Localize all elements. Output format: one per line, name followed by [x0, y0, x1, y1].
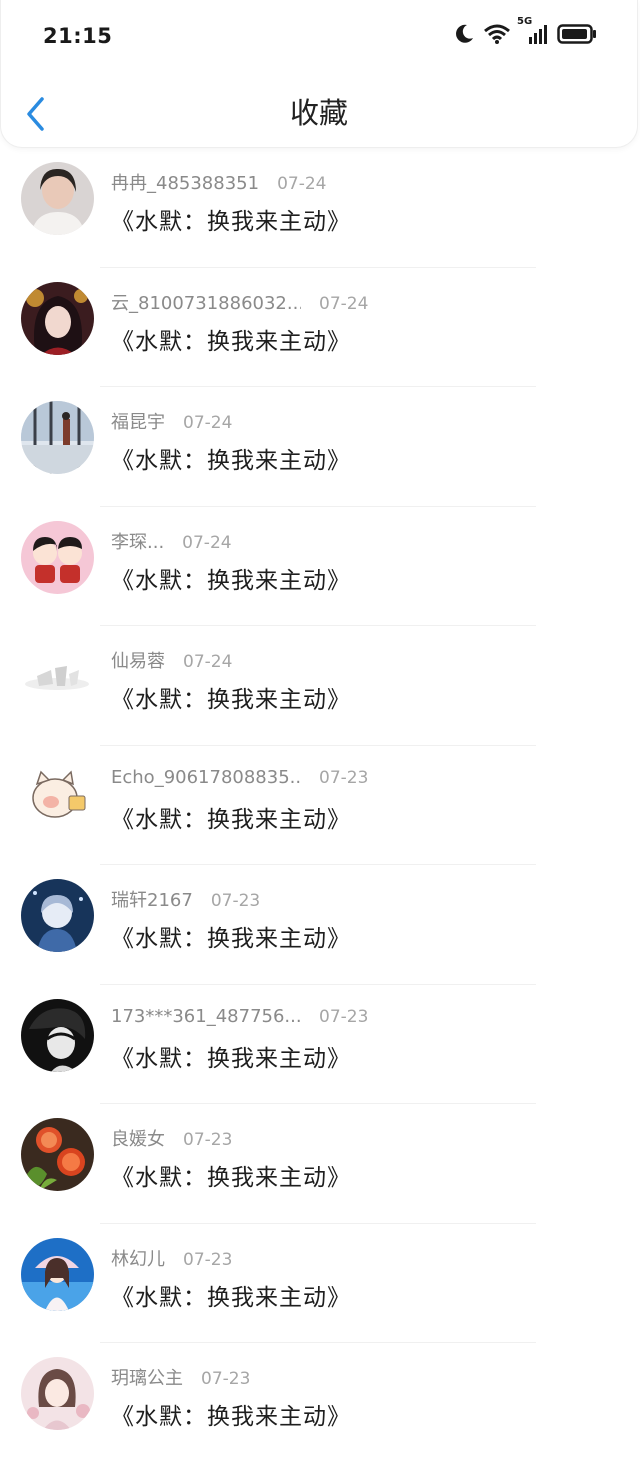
username: 良媛女	[111, 1129, 165, 1150]
favorite-date: 07-23	[319, 767, 369, 788]
favorite-date: 07-24	[277, 174, 327, 194]
avatar[interactable]	[21, 879, 94, 952]
avatar[interactable]	[21, 1357, 94, 1430]
username: 173***361_487756...	[111, 1005, 301, 1027]
avatar[interactable]	[21, 520, 94, 594]
favorite-item[interactable]: 173***361_487756... 07-23 《水默：换我来主动》	[0, 985, 640, 1104]
favorite-text[interactable]: 《水默：换我来主动》	[111, 1397, 351, 1431]
favorite-item[interactable]: 瑞轩2167 07-23 《水默：换我来主动》	[0, 865, 640, 985]
favorite-date: 07-23	[183, 1249, 233, 1270]
favorite-text[interactable]: 《水默：换我来主动》	[111, 322, 351, 356]
favorite-date: 07-24	[182, 532, 232, 553]
favorite-date: 07-24	[319, 293, 369, 314]
favorite-text[interactable]: 《水默：换我来主动》	[111, 1039, 351, 1073]
avatar[interactable]	[21, 998, 94, 1072]
username: 瑞轩2167	[111, 890, 193, 911]
avatar[interactable]	[21, 281, 94, 355]
favorite-date: 07-23	[183, 1130, 233, 1150]
username: 仙易蓉	[111, 651, 165, 672]
favorite-date: 07-24	[183, 652, 233, 672]
favorite-text[interactable]: 《水默：换我来主动》	[111, 1278, 351, 1312]
favorite-item[interactable]: 冉冉_485388351 07-24 《水默：换我来主动》	[0, 148, 640, 268]
username: 冉冉_485388351	[111, 173, 260, 194]
avatar[interactable]	[21, 640, 94, 713]
favorite-item[interactable]: 李琛... 07-24 《水默：换我来主动》	[0, 507, 640, 626]
favorite-item[interactable]: Echo_90617808835... 07-23 《水默：换我来主动》	[0, 746, 640, 865]
favorite-item[interactable]: 福昆宇 07-24 《水默：换我来主动》	[0, 387, 640, 507]
favorite-text[interactable]: 《水默：换我来主动》	[111, 919, 351, 953]
network-type-label: 5G	[517, 16, 533, 27]
status-icons: 5G	[453, 16, 597, 46]
cellular-signal-icon: 5G	[517, 16, 549, 46]
favorite-item[interactable]: 仙易蓉 07-24 《水默：换我来主动》	[0, 626, 640, 746]
avatar[interactable]	[21, 401, 94, 474]
favorite-text[interactable]: 《水默：换我来主动》	[111, 202, 351, 236]
favorite-item[interactable]: 良媛女 07-23 《水默：换我来主动》	[0, 1104, 640, 1224]
wifi-icon	[483, 23, 511, 45]
favorite-date: 07-23	[319, 1006, 369, 1027]
favorite-date: 07-23	[210, 891, 261, 911]
battery-icon	[557, 23, 597, 45]
username: 林幻儿	[111, 1248, 165, 1270]
status-time: 21:15	[43, 24, 113, 48]
favorite-date: 07-23	[201, 1369, 251, 1389]
top-bar: 21:15 5G 收藏	[0, 0, 638, 148]
favorite-text[interactable]: 《水默：换我来主动》	[111, 800, 351, 834]
username: 福昆宇	[111, 412, 165, 433]
avatar[interactable]	[21, 1237, 94, 1311]
favorite-text[interactable]: 《水默：换我来主动》	[111, 561, 351, 595]
favorite-text[interactable]: 《水默：换我来主动》	[111, 1158, 351, 1192]
favorite-date: 07-24	[183, 413, 233, 433]
favorites-list: 冉冉_485388351 07-24 《水默：换我来主动》 云_81007318…	[0, 148, 640, 1463]
username: Echo_90617808835...	[111, 766, 301, 788]
favorite-text[interactable]: 《水默：换我来主动》	[111, 441, 351, 475]
username: 玥璃公主	[111, 1368, 183, 1389]
avatar[interactable]	[21, 1118, 94, 1191]
username: 李琛...	[111, 531, 165, 553]
favorite-item[interactable]: 林幻儿 07-23 《水默：换我来主动》	[0, 1224, 640, 1343]
avatar[interactable]	[21, 162, 94, 235]
username: 云_8100731886032...	[111, 292, 301, 314]
favorite-item[interactable]: 云_8100731886032... 07-24 《水默：换我来主动》	[0, 268, 640, 387]
favorite-item[interactable]: 玥璃公主 07-23 《水默：换我来主动》	[0, 1343, 640, 1463]
page-title: 收藏	[289, 96, 348, 130]
moon-icon	[453, 23, 475, 45]
favorite-text[interactable]: 《水默：换我来主动》	[111, 680, 351, 714]
avatar[interactable]	[21, 759, 94, 833]
